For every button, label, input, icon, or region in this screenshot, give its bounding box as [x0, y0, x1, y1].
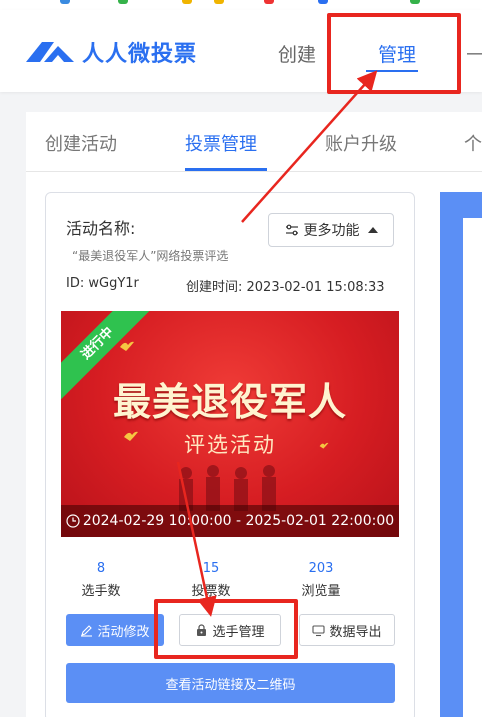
banner-title: 最美退役军人: [112, 380, 347, 424]
stat-value: 203: [308, 561, 334, 576]
highlight-box-player-manage: [154, 599, 298, 659]
banner-date-range: 2024-02-29 10:00:00 - 2025-02-01 22:00:0…: [61, 505, 399, 537]
tab-bar: 创建活动 投票管理 账户升级 个: [26, 112, 482, 172]
top-fragment: [182, 0, 192, 4]
stat-value: 8: [96, 561, 106, 576]
top-fragment: [214, 0, 224, 4]
stat-views: 203 浏览量: [276, 561, 366, 599]
stat-value: 15: [202, 561, 220, 576]
settings-sliders-icon: [285, 224, 298, 236]
nav-create[interactable]: 创建: [278, 40, 316, 67]
data-export-button[interactable]: 数据导出: [299, 614, 395, 646]
more-functions-label: 更多功能: [303, 223, 360, 239]
stat-label: 选手数: [81, 584, 121, 599]
data-export-label: 数据导出: [329, 624, 382, 640]
tab-partial[interactable]: 个: [464, 130, 482, 156]
top-fragment: [318, 0, 328, 4]
clock-icon: [66, 514, 80, 528]
top-fragment: [410, 0, 420, 4]
activity-banner[interactable]: 进行中 最美退役军人 评选活动 2024-02-29 10:00:00 - 20…: [61, 311, 399, 537]
edit-icon: [81, 624, 93, 637]
view-link-qr-button[interactable]: 查看活动链接及二维码: [66, 663, 395, 703]
dove-icon: [120, 341, 134, 351]
tab-vote-manage[interactable]: 投票管理: [185, 130, 257, 156]
date-range-text: 2024-02-29 10:00:00 - 2025-02-01 22:00:0…: [82, 513, 395, 529]
edit-activity-label: 活动修改: [97, 624, 150, 640]
stat-players: 8 选手数: [56, 561, 146, 599]
top-fragment: [60, 0, 70, 4]
tab-account-upgrade[interactable]: 账户升级: [325, 130, 397, 156]
logo-text: 人人微投票: [82, 42, 198, 67]
monitor-icon: [312, 624, 326, 636]
banner-subtitle: 评选活动: [184, 433, 276, 457]
soldiers-silhouette: [179, 465, 276, 511]
activity-name-label: 活动名称:: [66, 219, 136, 238]
activity-name-value: “最美退役军人”网络投票评选: [72, 249, 229, 263]
stat-label: 浏览量: [301, 584, 341, 599]
caret-up-icon: [367, 227, 378, 233]
stat-label: 投票数: [191, 584, 231, 599]
top-fragment: [264, 0, 274, 4]
tab-create-activity[interactable]: 创建活动: [45, 130, 117, 156]
right-side-panel-inner: [463, 218, 482, 717]
highlight-box-nav-manage: [327, 13, 461, 94]
stat-votes: 15 投票数: [166, 561, 256, 599]
site-logo[interactable]: 人人微投票: [24, 36, 197, 68]
top-fragment: [118, 0, 128, 4]
activity-id: ID: wGgY1r: [66, 276, 139, 291]
tab-active-underline: [185, 168, 267, 171]
more-functions-button[interactable]: 更多功能: [268, 213, 394, 247]
top-strip: [0, 0, 482, 10]
edit-activity-button[interactable]: 活动修改: [66, 614, 164, 646]
nav-partial-item[interactable]: ㅡ: [466, 40, 482, 67]
logo-icon: [26, 42, 74, 62]
activity-created-time: 创建时间: 2023-02-01 15:08:33: [186, 280, 385, 295]
